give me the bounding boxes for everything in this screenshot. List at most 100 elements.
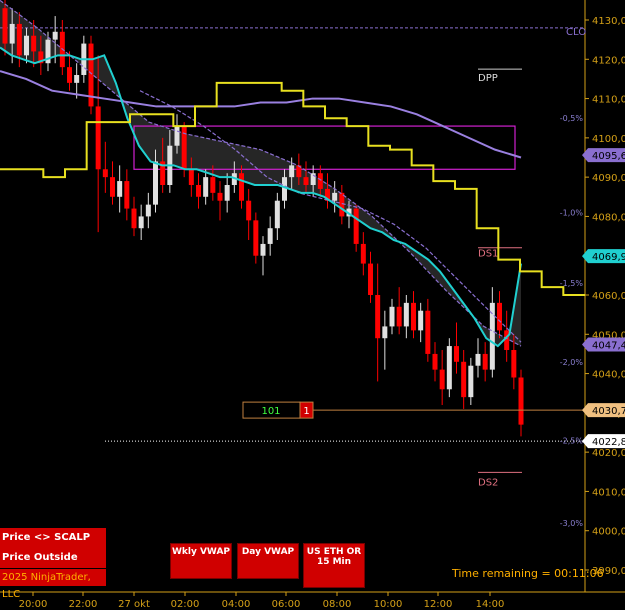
candle-body: [339, 192, 345, 217]
candle-body: [511, 350, 517, 378]
candle-body: [124, 181, 130, 209]
candle-body: [332, 192, 338, 201]
candle-body: [217, 192, 223, 201]
candle-body: [253, 220, 259, 256]
price-badge: 4069,9: [582, 249, 625, 264]
candle-body: [267, 228, 273, 244]
candle-body: [461, 361, 467, 398]
candle-body: [31, 35, 37, 52]
candle-body: [102, 169, 108, 178]
y-tick-label: 4010,0: [592, 487, 625, 498]
candle-body: [303, 177, 309, 185]
candle-body: [389, 306, 395, 327]
candle-body: [353, 208, 359, 244]
dpp-label: DPP: [478, 73, 498, 84]
candle-body: [246, 200, 252, 221]
candle-body: [95, 106, 101, 170]
y-tick-label: 4100,0: [592, 134, 625, 145]
x-tick-label: 04:00: [222, 599, 251, 610]
clo-label: CLO: [566, 27, 586, 38]
candle-body: [475, 353, 481, 366]
y-tick-label: 4060,0: [592, 291, 625, 302]
candle-body: [196, 185, 201, 197]
ds1-label: DS1: [478, 249, 498, 260]
candle-body: [188, 169, 194, 185]
y-tick-label: 4040,0: [592, 370, 625, 381]
purple-vwap-line: [0, 70, 522, 159]
candle-body: [274, 200, 280, 229]
copyright-label: 2025 NinjaTrader, LLC: [0, 569, 106, 600]
pct-label: -2,5%: [560, 436, 584, 445]
wkly-vwap-button[interactable]: Wkly VWAP: [170, 543, 232, 579]
candle-body: [375, 295, 381, 339]
candle-body: [145, 204, 151, 217]
candle-body: [203, 177, 209, 197]
x-tick-label: 14:00: [476, 599, 505, 610]
candle-body: [117, 181, 123, 197]
price-badge: 4095,6: [582, 148, 625, 163]
us-eth-button[interactable]: US ETH OR 15 Min: [303, 543, 365, 588]
candle-body: [9, 23, 15, 44]
candle-body: [131, 208, 137, 229]
candle-body: [289, 165, 295, 178]
y-tick-label: 4000,0: [592, 527, 625, 538]
order-qty-label: 101: [261, 406, 280, 417]
y-tick-label: 4090,0: [592, 173, 625, 184]
price-badge: 4047,4: [582, 337, 625, 352]
price-badge-label: 4095,6: [592, 151, 625, 162]
candle-body: [454, 346, 459, 362]
candle-body: [368, 263, 373, 295]
x-tick-label: 20:00: [19, 599, 48, 610]
candle-body: [24, 35, 29, 56]
candle-body: [138, 216, 144, 229]
pct-label: -3,0%: [560, 519, 584, 528]
candle-body: [446, 346, 452, 390]
legend-scalp-cloud: Price <> SCALP Cloud: [0, 528, 106, 563]
y-tick-label: 4110,0: [592, 95, 625, 106]
day-vwap-button[interactable]: Day VWAP: [237, 543, 299, 579]
pct-label: -1,5%: [560, 279, 584, 288]
candle-body: [497, 302, 502, 331]
candle-body: [181, 126, 187, 170]
sma-line: [0, 46, 522, 348]
price-badge-label: 4022,8: [592, 437, 625, 448]
candle-body: [174, 126, 180, 146]
candle-body: [52, 31, 58, 40]
x-tick-label: 12:00: [424, 599, 453, 610]
scalp-cloud-fill: [0, 0, 521, 347]
candle-body: [360, 243, 366, 264]
candle-body: [74, 75, 80, 83]
price-badge: 4022,8: [582, 434, 625, 449]
x-tick-label: 08:00: [323, 599, 352, 610]
x-tick-label: 27 okt: [118, 599, 150, 610]
x-tick-label: 02:00: [171, 599, 200, 610]
candle-body: [110, 177, 115, 197]
candle-body: [210, 177, 216, 193]
price-badge: 4030,7: [582, 403, 625, 418]
y-tick-label: 4020,0: [592, 448, 625, 459]
x-tick-label: 10:00: [374, 599, 403, 610]
x-tick-label: 06:00: [272, 599, 301, 610]
candle-body: [239, 173, 244, 201]
y-tick-label: 4120,0: [592, 55, 625, 66]
candle-body: [224, 185, 230, 201]
candle-body: [411, 302, 416, 331]
candle-body: [468, 365, 474, 398]
candle-body: [260, 243, 266, 256]
price-badge-label: 4069,9: [592, 252, 625, 263]
candle-body: [418, 310, 424, 331]
price-badge-label: 4047,4: [592, 341, 625, 352]
pct-label: -0,5%: [560, 114, 584, 123]
ds2-label: DS2: [478, 477, 498, 488]
candle-body: [317, 173, 323, 189]
candle-body: [403, 302, 409, 327]
candle-body: [439, 369, 445, 390]
candle-body: [396, 306, 402, 327]
candle-body: [16, 23, 22, 56]
candle-body: [282, 177, 287, 201]
candle-body: [425, 310, 431, 354]
price-chart[interactable]: CLO DPP DS1 DS2 101 1 -0,5% -1,0% -1,5% -2,0% -2,5…: [0, 0, 625, 610]
candle-body: [432, 353, 438, 370]
order-count-label: 1: [303, 406, 309, 417]
time-remaining-label: Time remaining = 00:11:06: [452, 567, 604, 580]
